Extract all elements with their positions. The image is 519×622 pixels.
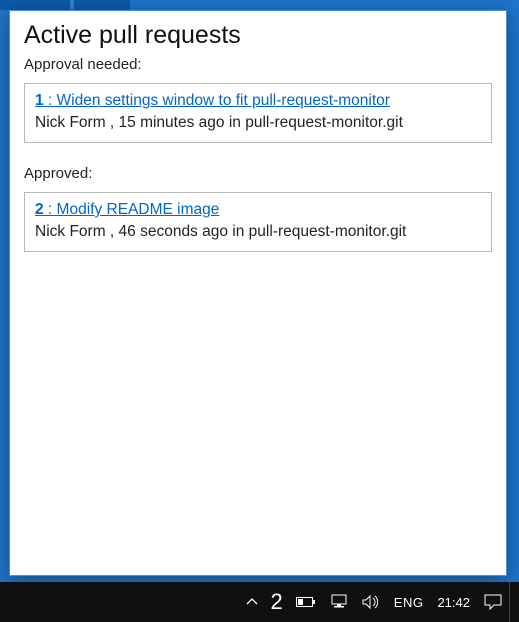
network-icon xyxy=(330,594,348,610)
section-label-approval-needed: Approval needed: xyxy=(24,56,492,73)
pull-request-author: Nick Form xyxy=(35,223,106,240)
pull-request-repo: pull-request-monitor.git xyxy=(249,223,407,240)
pull-request-card: 2 : Modify README image Nick Form , 46 s… xyxy=(24,192,492,252)
pull-request-title-sep: : xyxy=(44,92,57,109)
pull-request-meta: Nick Form , 46 seconds ago in pull-reque… xyxy=(35,223,481,241)
tray-action-center[interactable] xyxy=(477,582,509,622)
tray-app-badge[interactable]: 2 xyxy=(265,582,289,622)
pull-request-card: 1 : Widen settings window to fit pull-re… xyxy=(24,83,492,143)
desktop-background: Active pull requests Approval needed: 1 … xyxy=(0,0,519,622)
notification-icon xyxy=(484,594,502,610)
window-title: Active pull requests xyxy=(24,21,492,50)
pull-request-repo: pull-request-monitor.git xyxy=(245,114,403,131)
pull-request-title-sep: : xyxy=(44,201,57,218)
section-label-approved: Approved: xyxy=(24,165,492,182)
background-window-edge xyxy=(0,0,130,10)
pull-request-title: Widen settings window to fit pull-reques… xyxy=(57,92,390,109)
show-desktop-button[interactable] xyxy=(509,582,515,622)
tray-network[interactable] xyxy=(323,582,355,622)
tray-volume[interactable] xyxy=(355,582,387,622)
pull-request-link[interactable]: 2 : Modify README image xyxy=(35,201,219,218)
chevron-up-icon xyxy=(246,596,258,608)
pull-request-number: 1 xyxy=(35,92,44,109)
pull-request-title: Modify README image xyxy=(57,201,220,218)
taskbar: 2 ENG 21:42 xyxy=(0,582,519,622)
pull-request-meta: Nick Form , 15 minutes ago in pull-reque… xyxy=(35,114,481,132)
tray-language[interactable]: ENG xyxy=(387,582,431,622)
pull-requests-popup: Active pull requests Approval needed: 1 … xyxy=(9,10,507,576)
pull-request-time: 46 seconds ago xyxy=(119,223,228,240)
background-window-edge xyxy=(70,0,74,10)
tray-clock[interactable]: 21:42 xyxy=(430,582,477,622)
speaker-icon xyxy=(362,594,380,610)
pull-request-link[interactable]: 1 : Widen settings window to fit pull-re… xyxy=(35,92,390,109)
pull-request-number: 2 xyxy=(35,201,44,218)
tray-overflow-button[interactable] xyxy=(239,582,265,622)
tray-battery[interactable] xyxy=(289,582,323,622)
pull-request-author: Nick Form xyxy=(35,114,106,131)
battery-icon xyxy=(296,596,316,608)
pull-request-time: 15 minutes ago xyxy=(119,114,225,131)
